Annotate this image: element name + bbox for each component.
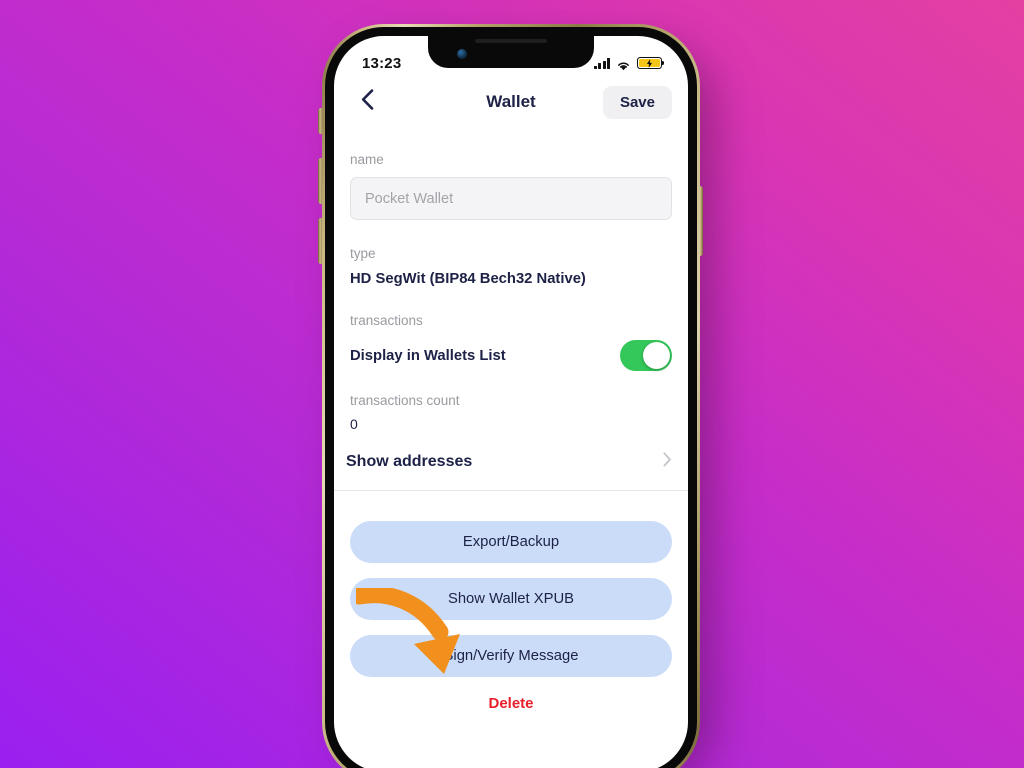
show-addresses-label: Show addresses <box>346 453 473 470</box>
phone-device-frame: 13:23 Wallet Save name Pocket Wallet typ… <box>322 24 700 768</box>
name-field-label: name <box>350 152 384 167</box>
save-button[interactable]: Save <box>602 85 672 119</box>
cellular-signal-icon <box>593 58 610 69</box>
display-in-wallets-list-toggle[interactable] <box>620 340 672 371</box>
wallet-type-value: HD SegWit (BIP84 Bech32 Native) <box>350 271 586 287</box>
delete-wallet-button[interactable]: Delete <box>350 695 672 712</box>
transactions-count-value: 0 <box>350 416 358 432</box>
phone-bezel: 13:23 Wallet Save name Pocket Wallet typ… <box>325 27 697 768</box>
display-in-wallets-list-row: Display in Wallets List <box>350 340 672 371</box>
wallet-settings-form: name type HD SegWit (BIP84 Bech32 Native… <box>334 152 688 491</box>
show-addresses-row[interactable]: Show addresses <box>334 434 688 491</box>
wallet-actions-section: Export/Backup Show Wallet XPUB Sign/Veri… <box>334 491 688 712</box>
export-backup-button[interactable]: Export/Backup <box>350 521 672 563</box>
toggle-knob <box>643 342 670 369</box>
transactions-count-label: transactions count <box>350 393 460 408</box>
transactions-section-label: transactions <box>350 313 423 328</box>
back-button[interactable] <box>350 85 384 119</box>
sign-verify-message-button[interactable]: Sign/Verify Message <box>350 635 672 677</box>
status-bar-indicators <box>593 57 665 71</box>
show-wallet-xpub-button[interactable]: Show Wallet XPUB <box>350 578 672 620</box>
wifi-icon <box>616 58 631 71</box>
phone-screen: 13:23 Wallet Save name Pocket Wallet typ… <box>334 36 688 768</box>
display-in-wallets-list-label: Display in Wallets List <box>350 347 506 364</box>
chevron-left-icon <box>361 89 374 115</box>
type-field-label: type <box>350 246 376 261</box>
wallet-name-input[interactable] <box>350 177 672 220</box>
chevron-right-icon <box>663 452 672 472</box>
navigation-bar: Wallet Save <box>334 78 688 126</box>
status-bar-clock: 13:23 <box>362 54 402 72</box>
battery-charging-icon <box>637 57 665 69</box>
status-bar: 13:23 <box>334 36 688 78</box>
